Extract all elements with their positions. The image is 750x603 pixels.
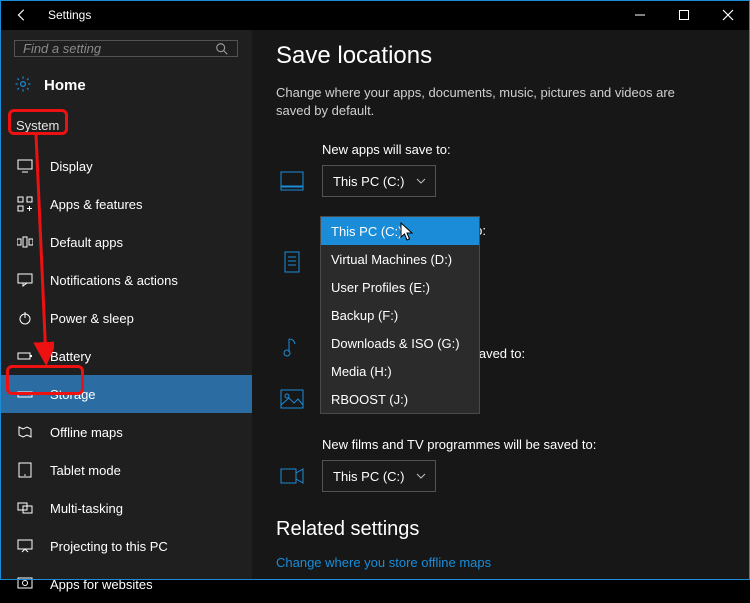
- sidebar-item-tablet-mode[interactable]: Tablet mode: [0, 451, 252, 489]
- back-button[interactable]: [0, 0, 44, 30]
- dropdown-item[interactable]: RBOOST (J:): [321, 385, 479, 413]
- search-icon: [207, 42, 237, 56]
- storage-icon: [16, 385, 34, 403]
- apps-type-icon: [276, 169, 308, 193]
- minimize-button[interactable]: [618, 0, 662, 30]
- apps-location-select[interactable]: This PC (C:): [322, 165, 436, 197]
- sidebar-item-multitasking[interactable]: Multi-tasking: [0, 489, 252, 527]
- dropdown-item[interactable]: User Profiles (E:): [321, 273, 479, 301]
- sidebar-item-label: Apps & features: [50, 197, 143, 212]
- dropdown-item[interactable]: Backup (F:): [321, 301, 479, 329]
- sidebar-item-default-apps[interactable]: Default apps: [0, 223, 252, 261]
- tablet-icon: [16, 461, 34, 479]
- sidebar-item-apps-features[interactable]: Apps & features: [0, 185, 252, 223]
- category-heading: System: [0, 108, 252, 147]
- default-apps-icon: [16, 233, 34, 251]
- sidebar-item-label: Offline maps: [50, 425, 123, 440]
- close-button[interactable]: [706, 0, 750, 30]
- setting-row-films: New films and TV programmes will be save…: [276, 437, 726, 492]
- select-value: This PC (C:): [333, 469, 405, 484]
- multitask-icon: [16, 499, 34, 517]
- picture-type-icon: [276, 387, 308, 411]
- chevron-down-icon: [415, 471, 427, 481]
- related-settings: Related settings Change where you store …: [276, 518, 726, 570]
- sidebar-item-apps-websites[interactable]: Apps for websites: [0, 565, 252, 603]
- sidebar-item-notifications[interactable]: Notifications & actions: [0, 261, 252, 299]
- sidebar-item-label: Battery: [50, 349, 91, 364]
- setting-caption: New apps will save to:: [276, 142, 726, 157]
- sidebar-item-label: Projecting to this PC: [50, 539, 168, 554]
- documents-location-dropdown: This PC (C:) Virtual Machines (D:) User …: [320, 216, 480, 414]
- apps-web-icon: [16, 575, 34, 593]
- sidebar-item-storage[interactable]: Storage: [0, 375, 252, 413]
- sidebar-item-label: Apps for websites: [50, 577, 153, 592]
- window-title: Settings: [44, 8, 91, 22]
- gear-icon: [14, 75, 32, 96]
- sidebar-item-projecting[interactable]: Projecting to this PC: [0, 527, 252, 565]
- music-type-icon: [276, 335, 308, 359]
- dropdown-item[interactable]: Media (H:): [321, 357, 479, 385]
- titlebar: Settings: [0, 0, 750, 30]
- sidebar: Home System Display Apps & features Defa…: [0, 30, 252, 580]
- document-type-icon: [276, 250, 308, 274]
- chevron-down-icon: [415, 176, 427, 186]
- home-button[interactable]: Home: [0, 67, 252, 108]
- search-box[interactable]: [14, 40, 238, 57]
- related-heading: Related settings: [276, 518, 726, 541]
- related-link-offline-maps[interactable]: Change where you store offline maps: [276, 555, 726, 570]
- sidebar-item-display[interactable]: Display: [0, 147, 252, 185]
- sidebar-item-label: Multi-tasking: [50, 501, 123, 516]
- project-icon: [16, 537, 34, 555]
- video-type-icon: [276, 464, 308, 488]
- sidebar-item-power-sleep[interactable]: Power & sleep: [0, 299, 252, 337]
- search-input[interactable]: [15, 41, 207, 56]
- setting-row-apps: New apps will save to: This PC (C:): [276, 142, 726, 197]
- maps-icon: [16, 423, 34, 441]
- display-icon: [16, 157, 34, 175]
- films-location-select[interactable]: This PC (C:): [322, 460, 436, 492]
- sidebar-item-label: Default apps: [50, 235, 123, 250]
- dropdown-item[interactable]: Downloads & ISO (G:): [321, 329, 479, 357]
- apps-icon: [16, 195, 34, 213]
- sidebar-item-label: Notifications & actions: [50, 273, 178, 288]
- sidebar-item-label: Power & sleep: [50, 311, 134, 326]
- maximize-button[interactable]: [662, 0, 706, 30]
- setting-caption: New films and TV programmes will be save…: [276, 437, 726, 452]
- sidebar-item-label: Storage: [50, 387, 96, 402]
- sidebar-item-label: Display: [50, 159, 93, 174]
- power-icon: [16, 309, 34, 327]
- page-title: Save locations: [276, 42, 726, 70]
- dropdown-item[interactable]: Virtual Machines (D:): [321, 245, 479, 273]
- notifications-icon: [16, 271, 34, 289]
- sidebar-item-offline-maps[interactable]: Offline maps: [0, 413, 252, 451]
- nav-list: Display Apps & features Default apps Not…: [0, 147, 252, 603]
- select-value: This PC (C:): [333, 174, 405, 189]
- battery-icon: [16, 347, 34, 365]
- sidebar-item-label: Tablet mode: [50, 463, 121, 478]
- dropdown-item[interactable]: This PC (C:): [321, 217, 479, 245]
- page-description: Change where your apps, documents, music…: [276, 84, 696, 120]
- sidebar-item-battery[interactable]: Battery: [0, 337, 252, 375]
- home-label: Home: [44, 77, 86, 94]
